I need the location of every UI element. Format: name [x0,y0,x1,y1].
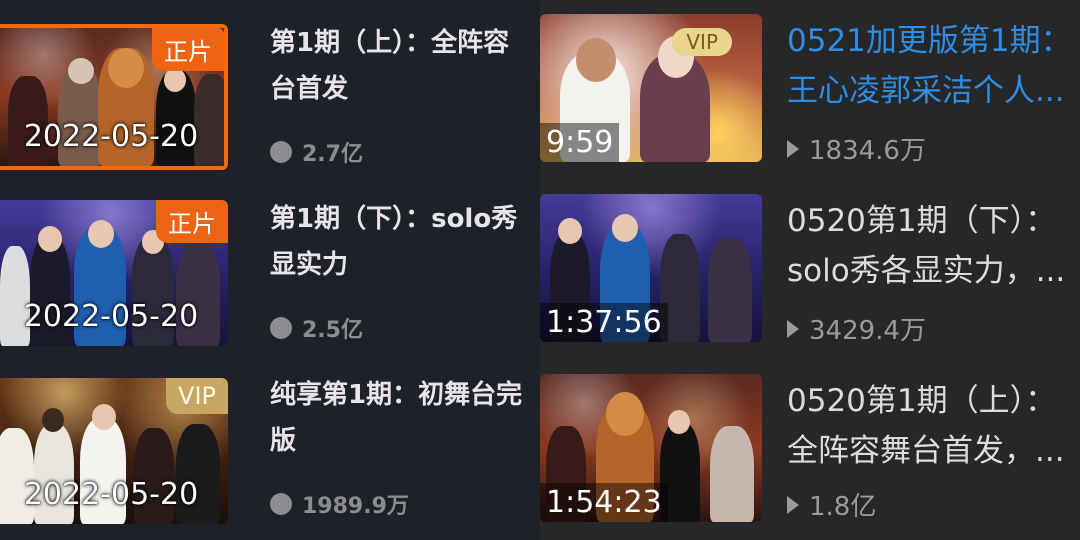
view-count-value: 1.8亿 [809,492,877,522]
episode-title-line1: 0520第1期（下）： [787,203,1057,239]
episode-badge: 正片 [152,28,224,71]
view-count: 1834.6万 [787,130,926,167]
episode-title-line1: 第1期（上）：全阵容 [270,28,510,58]
left-episode-list: 正片 2022-05-20 第1期（上）：全阵容 台首发 2.7亿 正片 202… [0,0,540,540]
episode-title[interactable]: 0520第1期（下）： solo秀各显实力，... [787,196,1080,296]
play-count-icon [270,317,292,339]
episode-title-line2: 台首发 [270,74,349,104]
vip-badge: VIP [166,378,228,414]
play-count-icon [270,141,292,163]
view-count: 2.7亿 [270,136,363,168]
episode-title-line1: 0520第1期（上）： [787,383,1057,419]
episode-title[interactable]: 纯享第1期：初舞台完 版 [270,372,540,464]
view-count: 1989.9万 [270,488,409,520]
video-duration: 9:59 [540,123,620,162]
play-icon [787,495,799,514]
episode-title-line2: 版 [270,426,297,456]
episode-title-line2: 显实力 [270,250,349,280]
view-count: 2.5亿 [270,312,363,344]
episode-title[interactable]: 第1期（下）：solo秀 显实力 [270,196,540,288]
episode-date: 2022-05-20 [23,477,199,512]
episode-title-line1: 第1期（下）：solo秀 [270,204,518,234]
episode-date: 2022-05-20 [23,299,199,334]
episode-badge: 正片 [156,200,228,243]
view-count: 1.8亿 [787,486,876,523]
episode-title-line1: 0521加更版第1期： [787,23,1072,59]
list-item[interactable]: 1:37:56 0520第1期（下）： solo秀各显实力，... 3429.4… [540,194,1080,370]
episode-title-line2: 全阵容舞台首发，... [787,433,1065,469]
episode-thumbnail[interactable]: 1:37:56 [540,194,762,342]
episode-thumbnail[interactable]: 1:54:23 [540,374,762,522]
view-count: 3429.4万 [787,310,926,347]
right-episode-list: VIP 9:59 0521加更版第1期： 王心凌郭采洁个人... 1834.6万… [540,0,1080,540]
video-duration: 1:37:56 [540,303,668,342]
vip-badge: VIP [672,28,732,56]
list-item[interactable]: VIP 2022-05-20 纯享第1期：初舞台完 版 1989.9万 [0,378,540,540]
episode-title[interactable]: 0520第1期（上）： 全阵容舞台首发，... [787,376,1080,476]
episode-date: 2022-05-20 [23,119,199,154]
episode-title[interactable]: 0521加更版第1期： 王心凌郭采洁个人... [787,16,1080,116]
list-item[interactable]: 正片 2022-05-20 第1期（下）：solo秀 显实力 2.5亿 [0,200,540,376]
view-count-value: 3429.4万 [809,316,926,346]
play-icon [787,319,799,338]
video-duration: 1:54:23 [540,483,668,522]
episode-title-line2: solo秀各显实力，... [787,253,1066,289]
play-icon [787,139,799,158]
episode-thumbnail[interactable]: VIP 9:59 [540,14,762,162]
list-item[interactable]: 1:54:23 0520第1期（上）： 全阵容舞台首发，... 1.8亿 [540,374,1080,540]
view-count-value: 1989.9万 [302,494,409,519]
episode-thumbnail[interactable]: VIP 2022-05-20 [0,378,228,524]
episode-title[interactable]: 第1期（上）：全阵容 台首发 [270,20,540,112]
list-item[interactable]: VIP 9:59 0521加更版第1期： 王心凌郭采洁个人... 1834.6万 [540,14,1080,190]
view-count-value: 2.5亿 [302,318,363,343]
episode-thumbnail[interactable]: 正片 2022-05-20 [0,200,228,346]
episode-thumbnail[interactable]: 正片 2022-05-20 [0,24,228,170]
episode-title-line2: 王心凌郭采洁个人... [787,73,1065,109]
view-count-value: 1834.6万 [809,136,926,166]
view-count-value: 2.7亿 [302,142,363,167]
play-count-icon [270,493,292,515]
list-item[interactable]: 正片 2022-05-20 第1期（上）：全阵容 台首发 2.7亿 [0,0,540,176]
episode-title-line1: 纯享第1期：初舞台完 [270,380,523,410]
